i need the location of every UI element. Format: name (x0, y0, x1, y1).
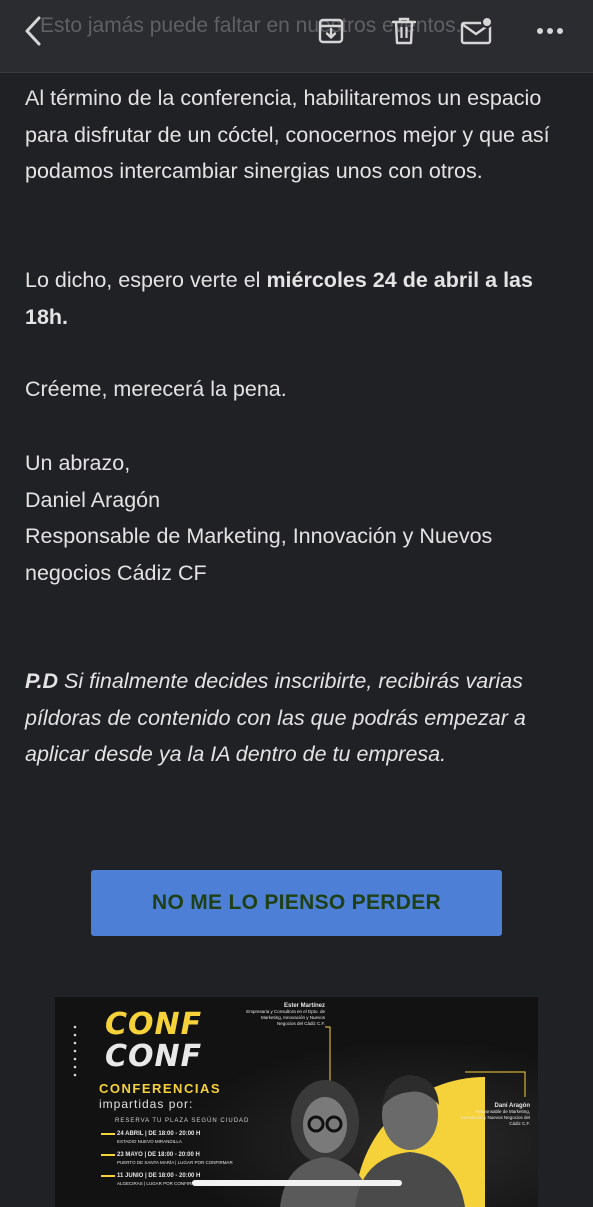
signature: Un abrazo, Daniel Aragón Responsable de … (25, 445, 570, 591)
mark-unread-icon[interactable] (460, 14, 494, 48)
signoff: Un abrazo, (25, 451, 131, 475)
archive-icon[interactable] (314, 14, 348, 48)
postscript: P.D Si finalmente decides inscribirte, r… (25, 663, 570, 773)
date-row: 24 ABRIL | DE 18:00 - 20:00 H ESTADIO NU… (117, 1130, 233, 1151)
banner-subtitle2: impartidas por: (99, 1097, 194, 1111)
ps-text: Si finalmente decides inscribirte, recib… (25, 669, 526, 766)
paragraph-date: Lo dicho, espero verte el miércoles 24 d… (25, 262, 570, 335)
date-label: 23 MAYO | DE 18:00 - 20:00 H (117, 1152, 200, 1158)
date-label: 24 ABRIL | DE 18:00 - 20:00 H (117, 1131, 201, 1137)
conf-logo-line1: CONF (105, 1007, 203, 1042)
promo-banner[interactable]: CONF CONF CONFERENCIAS impartidas por: R… (55, 997, 538, 1207)
worth-it-text: Créeme, merecerá la pena. (25, 377, 287, 401)
date-place: PUERTO DE SANTA MARÍA | LUGAR POR CONFIR… (117, 1160, 233, 1165)
date-row: 23 MAYO | DE 18:00 - 20:00 H PUERTO DE S… (117, 1151, 233, 1172)
speaker2-role: Responsable de Marketing, Innovación y N… (460, 1109, 530, 1126)
speaker1-role: Empresaria y Consultora en el Dpto. de M… (246, 1009, 325, 1026)
ps-label: P.D (25, 669, 59, 693)
paragraph-worth-it: Créeme, merecerá la pena. (25, 371, 570, 408)
date-label: 11 JUNIO | DE 18:00 - 20:00 H (117, 1173, 201, 1179)
conf-logo: CONF CONF (105, 1009, 202, 1073)
cta-button[interactable]: NO ME LO PIENSO PERDER (91, 870, 502, 936)
banner-reserve: RESERVA TU PLAZA SEGÚN CIUDAD (115, 1118, 250, 1124)
speaker1-info: Ester Martínez Empresaria y Consultora e… (245, 1003, 325, 1027)
back-icon[interactable] (16, 14, 50, 48)
trash-icon[interactable] (387, 14, 421, 48)
speaker2-info: Dani Aragón Responsable de Marketing, In… (460, 1103, 530, 1127)
conf-logo-line2: CONF (105, 1039, 203, 1074)
banner-subtitle: CONFERENCIAS (99, 1081, 222, 1096)
email-body: Al término de la conferencia, habilitare… (25, 80, 570, 190)
date-prefix: Lo dicho, espero verte el (25, 268, 267, 292)
more-icon[interactable] (533, 14, 567, 48)
paragraph-cocktail: Al término de la conferencia, habilitare… (25, 86, 550, 183)
home-indicator[interactable] (192, 1180, 402, 1186)
date-place: ESTADIO NUEVO MIRANDILLA (117, 1139, 182, 1144)
sender-name: Daniel Aragón (25, 487, 161, 512)
sender-role: Responsable de Marketing, Innovación y N… (25, 524, 493, 585)
email-toolbar: Esto jamás puede faltar en nuestros even… (0, 0, 593, 73)
